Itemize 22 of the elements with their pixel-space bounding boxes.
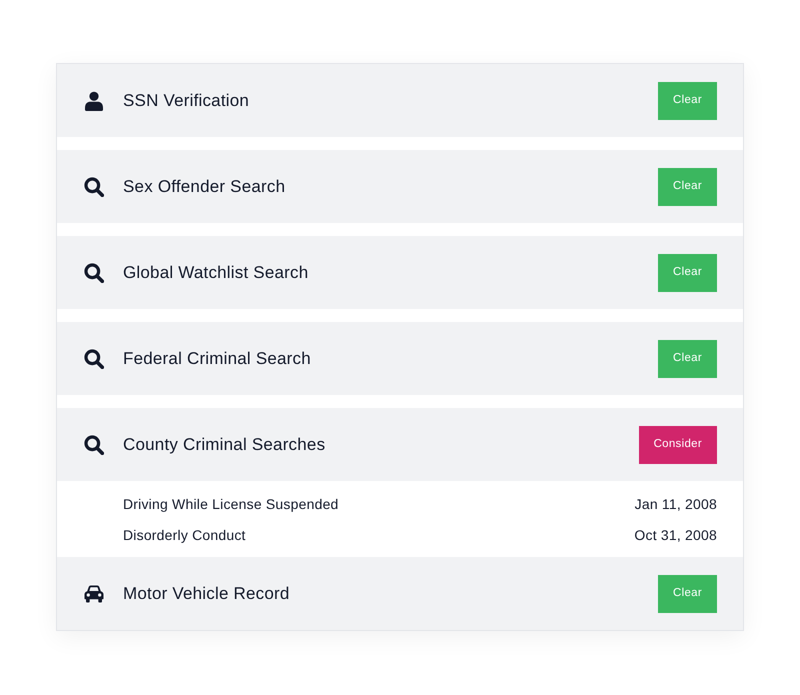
status-badge: Consider [638,426,717,464]
offense-date: Oct 31, 2008 [634,526,717,544]
check-title: Motor Vehicle Record [123,582,291,605]
offense-date: Jan 11, 2008 [634,494,717,514]
check-title: Global Watchlist Search [123,262,310,284]
status-badge: Clear [658,574,717,612]
check-title: Federal Criminal Search [123,348,312,370]
search-icon [84,176,104,196]
status-badge: Clear [658,82,717,120]
status-badge: Clear [658,168,717,206]
status-badge: Clear [658,254,717,292]
offense-text: Driving While License Suspended [123,494,339,514]
search-icon [84,262,104,282]
check-title: Sex Offender Search [123,176,286,198]
car-icon [84,584,104,602]
offense-text: Disorderly Conduct [123,526,246,545]
status-badge: Clear [658,340,717,378]
person-icon [84,90,104,110]
search-icon [84,348,104,368]
check-title: SSN Verification [123,90,250,112]
check-title: County Criminal Searches [123,434,326,456]
search-icon [84,434,104,454]
